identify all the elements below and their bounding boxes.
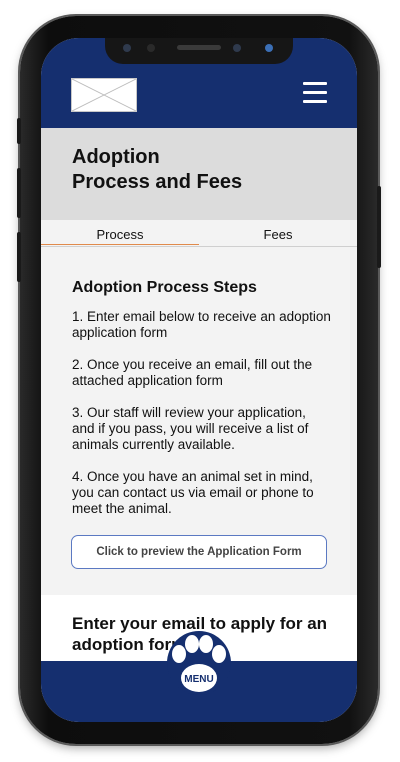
speaker-grille xyxy=(177,45,221,50)
menu-label: MENU xyxy=(184,674,214,685)
phone-screen: Adoption Process and Fees Process Fees A… xyxy=(41,38,357,722)
proximity-sensor-icon xyxy=(123,44,131,52)
phone-notch xyxy=(105,38,293,64)
page-title: Adoption Process and Fees xyxy=(72,146,243,193)
process-content: Adoption Process Steps 1. Enter email be… xyxy=(41,247,357,595)
image-placeholder-icon xyxy=(71,78,137,112)
process-step-3: 3. Our staff will review your applicatio… xyxy=(72,405,309,452)
phone-mute-switch xyxy=(17,118,21,144)
process-step-1: 1. Enter email below to receive an adopt… xyxy=(72,309,331,340)
tab-bar: Process Fees xyxy=(41,220,357,247)
paw-icon xyxy=(167,631,231,695)
process-heading: Adoption Process Steps xyxy=(72,279,257,296)
phone-volume-up-button xyxy=(17,168,21,218)
process-steps-list: 1. Enter email below to receive an adopt… xyxy=(72,309,332,533)
menu-paw-button[interactable]: MENU xyxy=(165,630,233,696)
preview-application-button[interactable]: Click to preview the Application Form xyxy=(71,535,327,569)
phone-power-button xyxy=(377,186,381,268)
tab-fees[interactable]: Fees xyxy=(199,227,357,242)
page-hero: Adoption Process and Fees xyxy=(41,128,357,220)
phone-volume-down-button xyxy=(17,232,21,282)
process-step-2: 2. Once you receive an email, fill out t… xyxy=(72,357,313,388)
tab-process[interactable]: Process xyxy=(41,227,199,242)
front-camera-icon xyxy=(265,44,273,52)
process-step-4: 4. Once you have an animal set in mind, … xyxy=(72,469,314,516)
hamburger-menu-icon[interactable] xyxy=(303,82,327,106)
active-tab-indicator xyxy=(41,244,199,245)
camera-dot-icon xyxy=(147,44,155,52)
logo-placeholder[interactable] xyxy=(71,78,137,112)
ambient-sensor-icon xyxy=(233,44,241,52)
